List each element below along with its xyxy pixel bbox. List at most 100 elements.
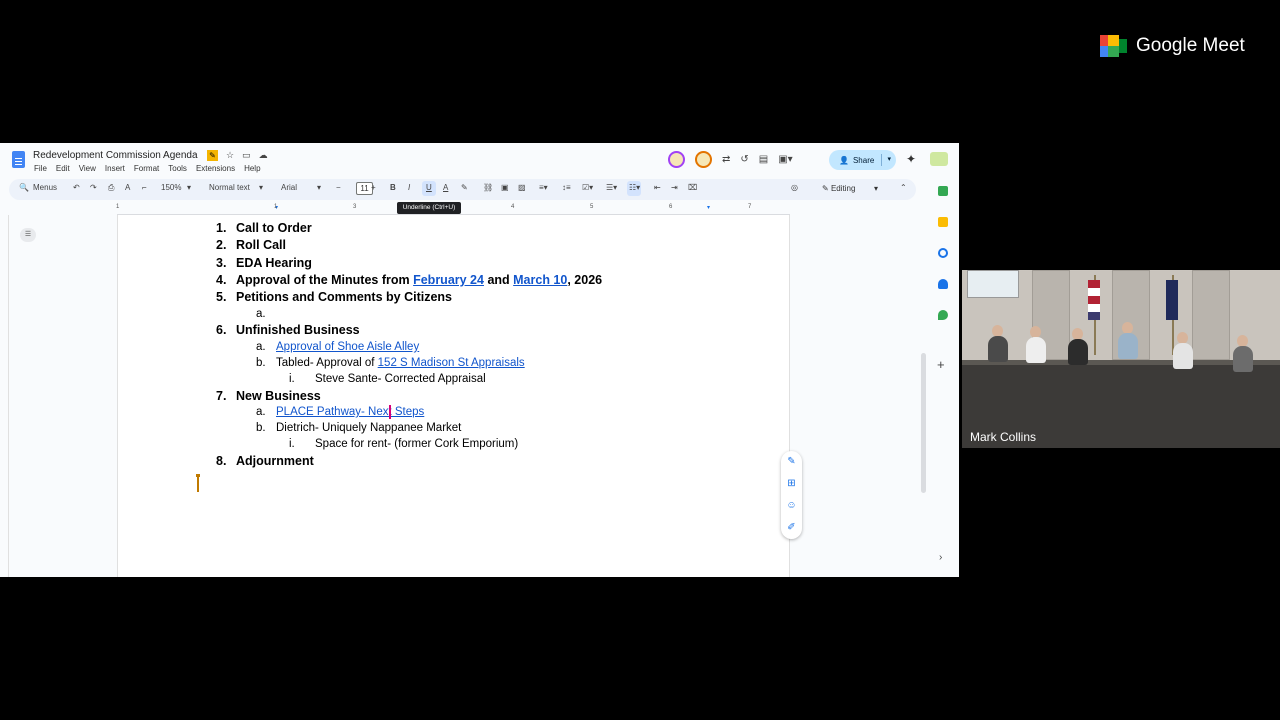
agenda-item[interactable]: 6. Unfinished Business: [216, 323, 360, 337]
smart-compose-icon[interactable]: ◎: [791, 183, 798, 192]
suggest-edits-icon[interactable]: ✐: [786, 522, 797, 533]
collaborator-avatar[interactable]: [695, 151, 712, 168]
add-on-plus-icon[interactable]: +: [937, 357, 945, 372]
numbered-list-icon[interactable]: ☷▾: [629, 183, 640, 192]
agenda-subitem[interactable]: a. Approval of Shoe Aisle Alley: [256, 341, 419, 353]
print-icon[interactable]: ⎙: [108, 183, 114, 193]
paint-format-icon[interactable]: ⌐: [142, 183, 147, 192]
bulleted-list-icon[interactable]: ☰▾: [606, 183, 617, 192]
line-spacing-icon[interactable]: ↕≡: [562, 183, 571, 192]
minutes-link-feb[interactable]: February 24: [413, 273, 484, 287]
chevron-right-icon[interactable]: ›: [939, 552, 942, 563]
agenda-subitem[interactable]: b. Dietrich- Uniquely Nappanee Market: [256, 422, 461, 434]
agenda-subitem[interactable]: b. Tabled- Approval of 152 S Madison St A…: [256, 357, 525, 369]
editing-mode-select[interactable]: ✎ Editing ▾: [812, 181, 892, 197]
emoji-reaction-icon[interactable]: ☺: [786, 500, 797, 511]
menu-help[interactable]: Help: [244, 164, 260, 173]
agenda-subsubitem[interactable]: i. Space for rent- (former Cork Emporium): [289, 438, 518, 450]
agenda-subsubitem[interactable]: i. Steve Sante- Corrected Appraisal: [289, 373, 486, 385]
spellcheck-icon[interactable]: A: [125, 183, 130, 192]
agenda-subitem[interactable]: a. PLACE Pathway- Next Steps: [256, 406, 424, 418]
minutes-link-mar[interactable]: March 10: [513, 273, 567, 287]
text-color-button[interactable]: A: [443, 183, 448, 192]
agenda-item[interactable]: 1. Call to Order: [216, 221, 312, 235]
chevron-down-icon[interactable]: ▾: [317, 183, 321, 192]
menu-edit[interactable]: Edit: [56, 164, 70, 173]
align-icon[interactable]: ≡▾: [539, 183, 548, 192]
clear-formatting-icon[interactable]: ⌧: [688, 183, 697, 192]
move-folder-icon[interactable]: ▭: [242, 150, 251, 161]
ruler-mark: 6: [669, 204, 673, 210]
extension-badge-icon[interactable]: ✎: [207, 150, 218, 161]
italic-button[interactable]: I: [408, 183, 410, 192]
comments-icon[interactable]: ▤: [759, 154, 768, 165]
history-icon[interactable]: ↺: [740, 154, 748, 165]
add-comment-icon[interactable]: ⊞: [786, 478, 797, 489]
gemini-icon[interactable]: ✦: [906, 152, 916, 166]
menus-search-label[interactable]: Menus: [33, 183, 57, 192]
menu-extensions[interactable]: Extensions: [196, 164, 235, 173]
font-select[interactable]: Arial: [281, 183, 297, 192]
ruler-mark: 7: [748, 204, 752, 210]
participant-video-tile[interactable]: [962, 270, 1280, 448]
link-icon[interactable]: ⛓: [483, 183, 493, 192]
undo-icon[interactable]: ↶: [73, 183, 80, 192]
place-pathway-link[interactable]: PLACE Pathway- Next Steps: [276, 406, 424, 418]
increase-indent-icon[interactable]: ⇥: [671, 183, 678, 192]
contacts-icon[interactable]: [938, 279, 948, 289]
chevron-down-icon: ▾: [874, 184, 879, 193]
document-scrollbar[interactable]: [921, 353, 926, 493]
video-wall-panel: [1192, 270, 1230, 360]
redo-icon[interactable]: ↷: [90, 183, 97, 192]
calendar-icon[interactable]: [938, 186, 948, 196]
menu-view[interactable]: View: [79, 164, 96, 173]
bold-button[interactable]: B: [390, 183, 396, 192]
highlight-icon[interactable]: ✎: [461, 183, 468, 192]
gemini-sparkle-icon[interactable]: ⇄: [722, 154, 730, 165]
help-me-write-icon[interactable]: ✎: [786, 456, 797, 467]
agenda-subitem[interactable]: a.: [256, 308, 276, 320]
share-button[interactable]: 👤 Share ▾: [829, 150, 896, 170]
increase-font-icon[interactable]: +: [371, 183, 376, 192]
collapse-toolbar-icon[interactable]: ⌃: [900, 183, 907, 192]
maps-icon[interactable]: [938, 310, 948, 320]
docs-icon[interactable]: [12, 151, 25, 168]
meet-call-icon[interactable]: ▣▾: [778, 154, 792, 165]
checklist-icon[interactable]: ☑▾: [582, 183, 593, 192]
add-comment-icon[interactable]: ▣: [501, 183, 509, 192]
star-icon[interactable]: ☆: [226, 150, 234, 161]
document-outline-button[interactable]: ☰: [20, 228, 36, 242]
collaborator-avatar[interactable]: [668, 151, 685, 168]
decrease-indent-icon[interactable]: ⇤: [654, 183, 661, 192]
menu-tools[interactable]: Tools: [168, 164, 187, 173]
agenda-item[interactable]: 7. New Business: [216, 389, 321, 403]
decrease-font-icon[interactable]: −: [336, 183, 341, 192]
search-menus-icon[interactable]: 🔍: [19, 183, 29, 192]
keep-icon[interactable]: [938, 217, 948, 227]
agenda-item[interactable]: 4. Approval of the Minutes from February …: [216, 273, 602, 287]
menu-file[interactable]: File: [34, 164, 47, 173]
chevron-down-icon[interactable]: ▾: [187, 183, 191, 192]
vertical-ruler[interactable]: [0, 215, 9, 577]
tasks-icon[interactable]: [938, 248, 948, 258]
ruler-right-margin-marker[interactable]: ▾: [707, 204, 710, 211]
item-number: i.: [289, 373, 295, 385]
agenda-item[interactable]: 2. Roll Call: [216, 238, 286, 252]
chevron-down-icon[interactable]: ▾: [259, 183, 263, 192]
menu-format[interactable]: Format: [134, 164, 159, 173]
menu-insert[interactable]: Insert: [105, 164, 125, 173]
document-title[interactable]: Redevelopment Commission Agenda: [33, 150, 198, 161]
agenda-item[interactable]: 8. Adjournment: [216, 454, 314, 468]
cloud-status-icon[interactable]: ☁: [259, 150, 268, 161]
zoom-select[interactable]: 150%: [161, 183, 181, 192]
item-number: 5.: [216, 290, 227, 304]
underline-button[interactable]: U: [426, 183, 432, 192]
agenda-item[interactable]: 3. EDA Hearing: [216, 256, 312, 270]
chevron-down-icon[interactable]: ▾: [887, 155, 891, 163]
agenda-item[interactable]: 5. Petitions and Comments by Citizens: [216, 290, 452, 304]
style-select[interactable]: Normal text: [209, 183, 250, 192]
shoe-aisle-alley-link[interactable]: Approval of Shoe Aisle Alley: [276, 341, 419, 353]
insert-image-icon[interactable]: ▨: [518, 183, 526, 192]
madison-appraisals-link[interactable]: 152 S Madison St Appraisals: [378, 357, 525, 369]
account-avatar[interactable]: [930, 152, 948, 166]
